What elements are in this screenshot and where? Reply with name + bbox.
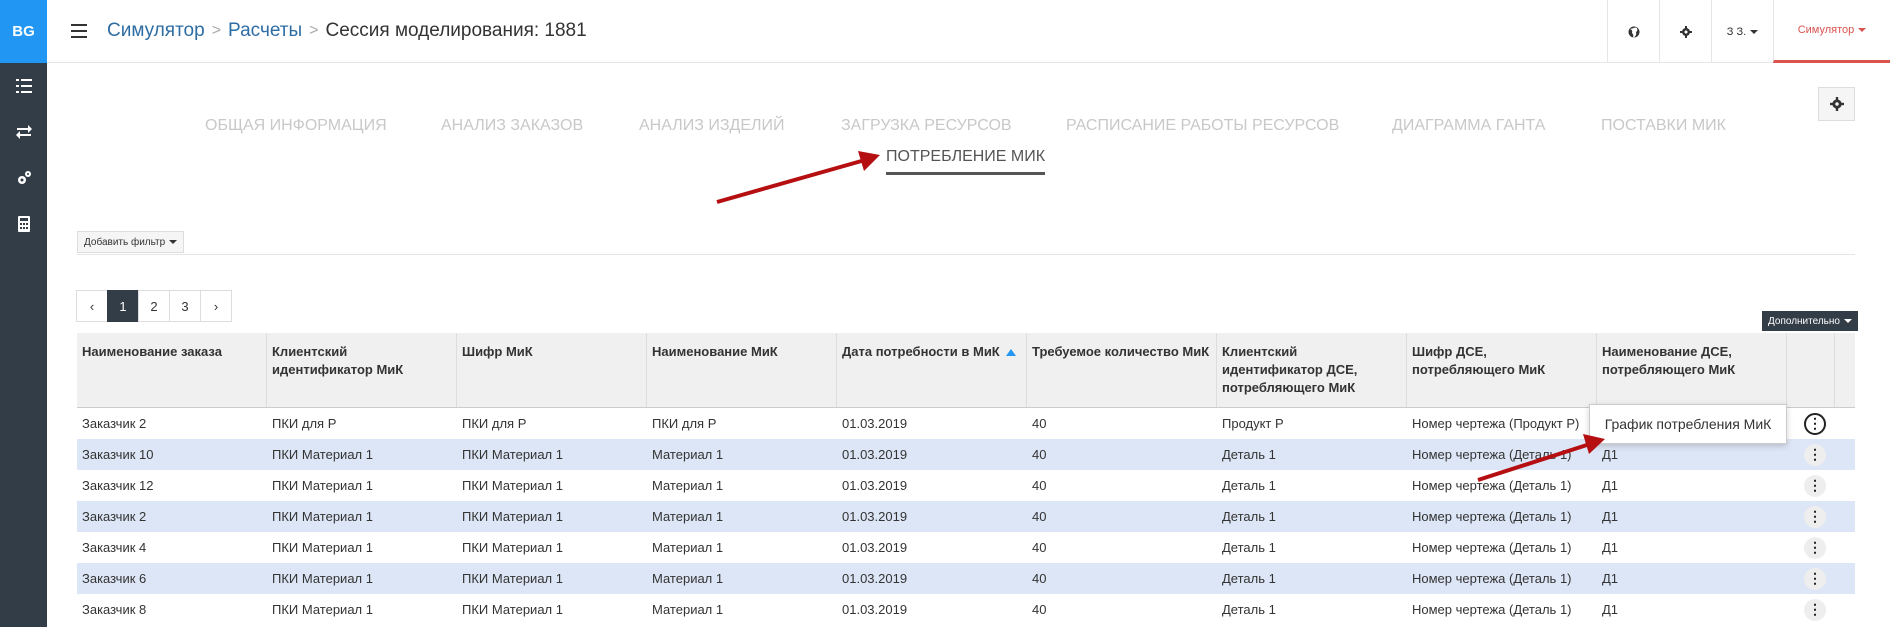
annotation-arrows <box>716 151 1605 482</box>
annotation-arrow <box>716 158 866 204</box>
annotation-arrowhead <box>858 151 880 171</box>
annotation-arrowhead <box>1583 434 1605 454</box>
annotation-arrow <box>1477 442 1591 482</box>
